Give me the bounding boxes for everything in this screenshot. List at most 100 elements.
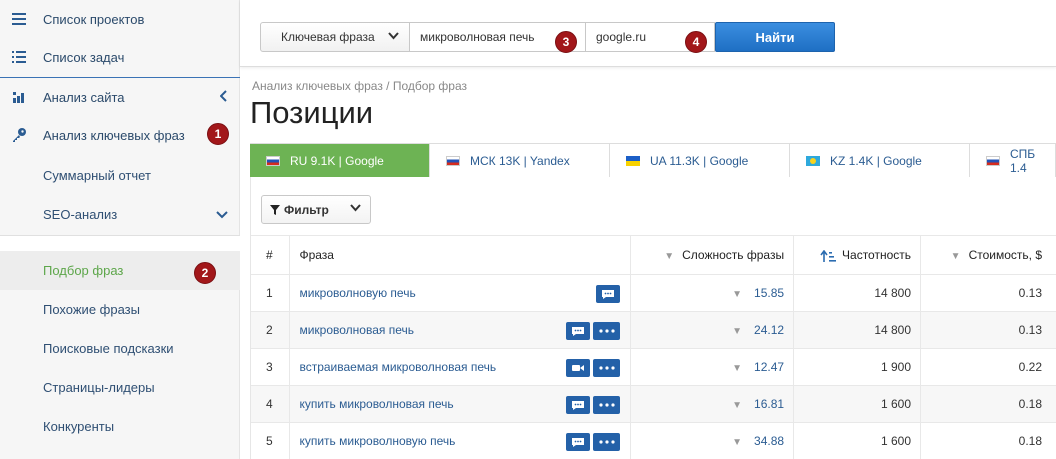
- tab-ua-google[interactable]: UA 11.3K | Google: [610, 144, 790, 177]
- chevron-down-icon[interactable]: ▼: [732, 400, 742, 411]
- sidebar-item-label: Список проектов: [43, 12, 145, 27]
- sidebar-item-similar-phrases[interactable]: Похожие фразы: [0, 290, 240, 329]
- step-badge: 4: [685, 31, 707, 53]
- breadcrumb: Анализ ключевых фраз / Подбор фраз: [252, 79, 467, 93]
- comment-icon[interactable]: [596, 285, 621, 303]
- sidebar-item-label: Подбор фраз: [43, 263, 124, 278]
- column-header-cost[interactable]: ▼ Стоимость, $: [920, 235, 1056, 275]
- key-icon: [11, 127, 27, 143]
- step-badge: 2: [194, 262, 216, 284]
- column-header-difficulty[interactable]: ▼ Сложность фразы: [630, 235, 795, 275]
- comment-icon[interactable]: [566, 322, 591, 340]
- difficulty-value: 15.85: [754, 286, 785, 300]
- row-number: 4: [251, 385, 291, 423]
- tab-label: UA 11.3K | Google: [650, 153, 749, 168]
- sidebar-item-projects[interactable]: Список проектов: [0, 0, 240, 39]
- list-icon: [11, 49, 27, 65]
- more-icon[interactable]: [593, 359, 621, 377]
- phrase-link[interactable]: купить микроволновую печь: [299, 434, 455, 448]
- phrase-link[interactable]: встраиваемая микроволновая печь: [299, 360, 496, 374]
- comment-icon[interactable]: [566, 396, 591, 414]
- frequency-cell: 1 600: [793, 385, 922, 423]
- sidebar-item-keyword-analysis[interactable]: Анализ ключевых фраз: [0, 116, 240, 155]
- phrase-input-value: микроволновая печь: [420, 30, 535, 44]
- phrase-link[interactable]: купить микроволновая печь: [299, 397, 453, 411]
- sidebar-item-competitors[interactable]: Конкуренты: [0, 407, 240, 446]
- tab-kz-google[interactable]: KZ 1.4K | Google: [790, 144, 970, 177]
- phrase-cell: микроволновую печь: [289, 274, 632, 312]
- step-badge: 3: [555, 31, 577, 53]
- phrases-table: # Фраза ▼ Сложность фразы Частотность ▼ Ст…: [251, 235, 1056, 459]
- results-panel: Фильтр # Фраза ▼ Сложность фразы Частотно…: [250, 177, 1056, 459]
- table-row: 1 микроволновую печь ▼ 15.85 14 800 0.13: [251, 274, 1056, 312]
- chevron-down-icon[interactable]: ▼: [732, 437, 742, 448]
- comment-icon[interactable]: [566, 433, 591, 451]
- more-icon[interactable]: [593, 396, 621, 414]
- row-number: 2: [251, 311, 291, 349]
- difficulty-value: 34.88: [754, 434, 785, 448]
- domain-input-value: google.ru: [596, 30, 647, 44]
- phrase-link[interactable]: микроволновая печь: [299, 323, 414, 337]
- row-number: 1: [251, 274, 291, 312]
- sidebar-item-label: SEO-анализ: [43, 207, 118, 222]
- more-icon[interactable]: [593, 322, 621, 340]
- sidebar-item-leader-pages[interactable]: Страницы-лидеры: [0, 368, 240, 407]
- sidebar-item-search-suggestions[interactable]: Поисковые подсказки: [0, 329, 240, 368]
- sidebar-item-site-analysis[interactable]: Анализ сайта: [0, 78, 240, 117]
- video-icon[interactable]: [566, 359, 591, 377]
- sidebar-item-seo-analysis[interactable]: SEO-анализ: [0, 195, 240, 234]
- phrase-cell: микроволновая печь: [289, 311, 632, 349]
- table-row: 4 купить микроволновая печь ▼ 16.81 1 600…: [251, 385, 1056, 423]
- cost-cell: 0.18: [920, 422, 1056, 459]
- tab-ru-google[interactable]: RU 9.1K | Google: [250, 144, 430, 177]
- column-header-label: Сложность фразы: [682, 248, 785, 262]
- sidebar-item-summary[interactable]: Суммарный отчет: [0, 156, 240, 195]
- table-header-row: # Фраза ▼ Сложность фразы Частотность ▼ Ст…: [251, 235, 1056, 275]
- tab-msk-yandex[interactable]: МСК 13K | Yandex: [430, 144, 610, 177]
- chevron-down-icon[interactable]: ▼: [732, 289, 742, 300]
- sidebar-item-tasks[interactable]: Список задач: [0, 38, 240, 77]
- sidebar-item-label: Анализ ключевых фраз: [43, 128, 185, 143]
- phrase-cell: купить микроволновую печь: [289, 422, 632, 459]
- column-header-frequency[interactable]: Частотность: [793, 235, 922, 275]
- more-icon[interactable]: [593, 433, 621, 451]
- difficulty-value: 24.12: [754, 323, 785, 337]
- difficulty-cell: ▼ 12.47: [630, 348, 795, 386]
- chevron-down-icon[interactable]: ▼: [732, 326, 742, 337]
- difficulty-cell: ▼ 16.81: [630, 385, 795, 423]
- filter-button[interactable]: Фильтр: [261, 195, 371, 224]
- table-row: 2 микроволновая печь ▼ 24.12 14 800 0.13: [251, 311, 1056, 349]
- region-tabs: RU 9.1K | Google МСК 13K | Yandex UA 11.…: [250, 143, 1056, 177]
- sidebar-item-label: Список задач: [43, 50, 125, 65]
- column-header-phrase[interactable]: Фраза: [289, 235, 632, 275]
- tab-spb[interactable]: СПБ 1.4: [970, 144, 1056, 177]
- ukraine-flag-icon: [626, 155, 640, 166]
- sidebar-item-label: Поисковые подсказки: [43, 341, 174, 356]
- column-header-num: #: [251, 235, 291, 275]
- column-header-label: Стоимость, $: [968, 248, 1042, 262]
- chevron-left-icon: [219, 90, 228, 105]
- chevron-down-icon[interactable]: ▼: [732, 363, 742, 374]
- phrase-link[interactable]: микроволновую печь: [299, 286, 415, 300]
- search-mode-value: Ключевая фраза: [281, 30, 375, 44]
- sidebar-item-label: Анализ сайта: [43, 90, 125, 105]
- tab-label: МСК 13K | Yandex: [470, 153, 570, 168]
- sort-desc-icon: ▼: [664, 251, 675, 262]
- russia-flag-icon: [266, 155, 280, 166]
- frequency-cell: 14 800: [793, 311, 922, 349]
- search-mode-select[interactable]: Ключевая фраза: [260, 22, 410, 52]
- frequency-cell: 1 600: [793, 422, 922, 459]
- search-bar: Ключевая фраза микроволновая печь 3 goog…: [240, 0, 1056, 67]
- russia-flag-icon: [446, 155, 460, 166]
- find-button[interactable]: Найти: [715, 22, 835, 52]
- column-header-label: Частотность: [842, 248, 912, 262]
- difficulty-cell: ▼ 34.88: [630, 422, 795, 459]
- row-number: 3: [251, 348, 291, 386]
- frequency-cell: 1 900: [793, 348, 922, 386]
- funnel-icon: [270, 204, 280, 215]
- kazakhstan-flag-icon: [806, 155, 820, 166]
- sort-asc-icon: [820, 249, 837, 262]
- phrase-cell: купить микроволновая печь: [289, 385, 632, 423]
- frequency-cell: 14 800: [793, 274, 922, 312]
- divider: [0, 235, 240, 251]
